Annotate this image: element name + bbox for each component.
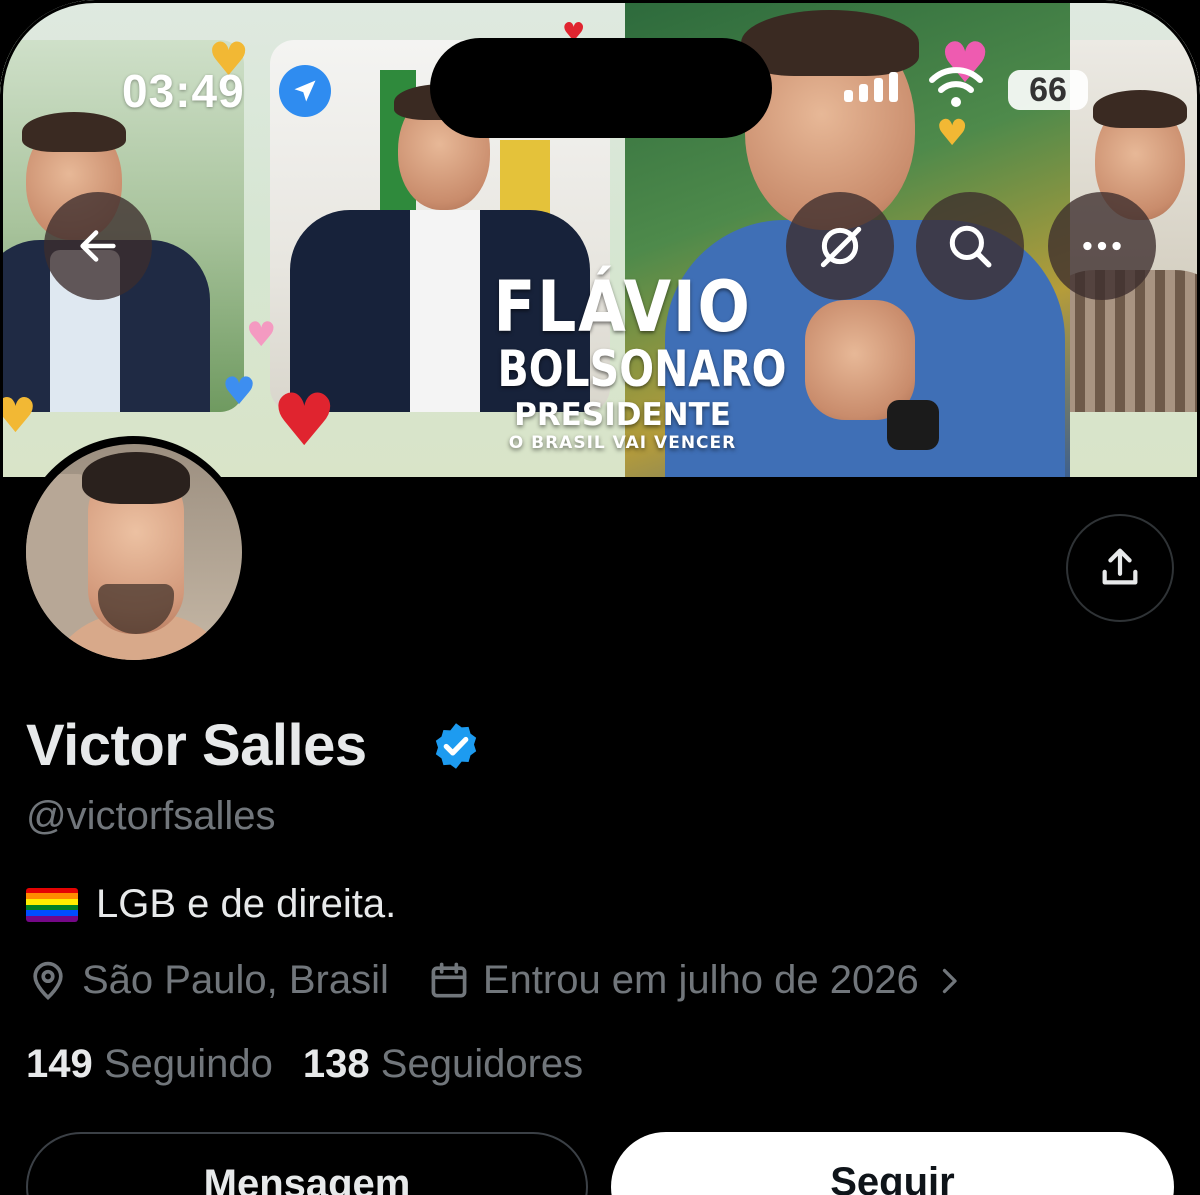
- share-button[interactable]: [1066, 514, 1174, 622]
- location-pin-icon: [33, 961, 63, 1000]
- follow-button[interactable]: Seguir: [611, 1132, 1174, 1195]
- banner-title-line2: BOLSONARO: [497, 340, 787, 398]
- verified-badge-icon[interactable]: [430, 720, 482, 772]
- following-link[interactable]: 149 Seguindo: [26, 1042, 273, 1087]
- followers-link[interactable]: 138 Seguidores: [303, 1042, 583, 1087]
- heart-decoration: ♥: [272, 378, 337, 462]
- battery-indicator: 66: [1008, 70, 1088, 110]
- banner-title-line3: PRESIDENTE: [514, 397, 731, 433]
- following-count: 149: [26, 1042, 93, 1086]
- banner-title: FLÁVIO BOLSONARO PRESIDENTE O BRASIL VAI…: [470, 266, 787, 454]
- user-handle: @victorfsalles: [26, 794, 276, 838]
- followers-label: Seguidores: [380, 1042, 584, 1086]
- grok-button[interactable]: [786, 192, 894, 300]
- follow-counts: 149 Seguindo 138 Seguidores: [26, 1042, 583, 1087]
- search-button[interactable]: [916, 192, 1024, 300]
- banner-title-line1: FLÁVIO: [493, 266, 752, 348]
- wifi-icon: [929, 67, 983, 107]
- joined-item[interactable]: Entrou em julho de 2026: [427, 958, 967, 1003]
- cellular-signal-icon: [844, 72, 898, 102]
- share-icon: [1102, 548, 1138, 585]
- banner-person-hair: [1093, 90, 1187, 128]
- rainbow-flag-icon: [26, 887, 78, 922]
- arrow-left-icon: [80, 230, 116, 262]
- heart-decoration: ♥: [936, 113, 969, 154]
- dynamic-island: [430, 38, 772, 138]
- chevron-right-icon: [942, 968, 957, 993]
- location-arrow-icon: [279, 65, 331, 117]
- profile-meta: São Paulo, Brasil Entrou em julho de 202…: [26, 958, 967, 1003]
- banner-person-hair: [741, 10, 919, 76]
- search-icon: [949, 225, 992, 268]
- following-label: Seguindo: [103, 1042, 273, 1086]
- grok-icon: [820, 226, 862, 268]
- calendar-icon: [431, 962, 467, 997]
- back-button[interactable]: [44, 192, 152, 300]
- location-text: São Paulo, Brasil: [82, 958, 389, 1002]
- banner-person-hair: [22, 112, 126, 152]
- banner-title-line4: O BRASIL VAI VENCER: [508, 433, 737, 453]
- avatar[interactable]: [26, 444, 242, 660]
- followers-count: 138: [302, 1042, 370, 1086]
- more-button[interactable]: [1048, 192, 1156, 300]
- heart-decoration: ♥: [0, 388, 38, 444]
- more-horizontal-icon: [1083, 241, 1121, 251]
- heart-decoration: ♥: [222, 369, 257, 413]
- location-item: São Paulo, Brasil: [26, 958, 389, 1003]
- profile-bio: LGB e de direita.: [26, 882, 396, 927]
- avatar-hair: [82, 452, 190, 504]
- heart-decoration: ♥: [246, 315, 277, 355]
- joined-text: Entrou em julho de 2026: [482, 958, 919, 1002]
- banner-watch: [887, 400, 939, 450]
- status-time: 03:49: [122, 65, 245, 117]
- display-name: Victor Salles: [26, 713, 367, 778]
- bio-text: LGB e de direita.: [96, 882, 397, 926]
- message-button[interactable]: Mensagem: [26, 1132, 588, 1195]
